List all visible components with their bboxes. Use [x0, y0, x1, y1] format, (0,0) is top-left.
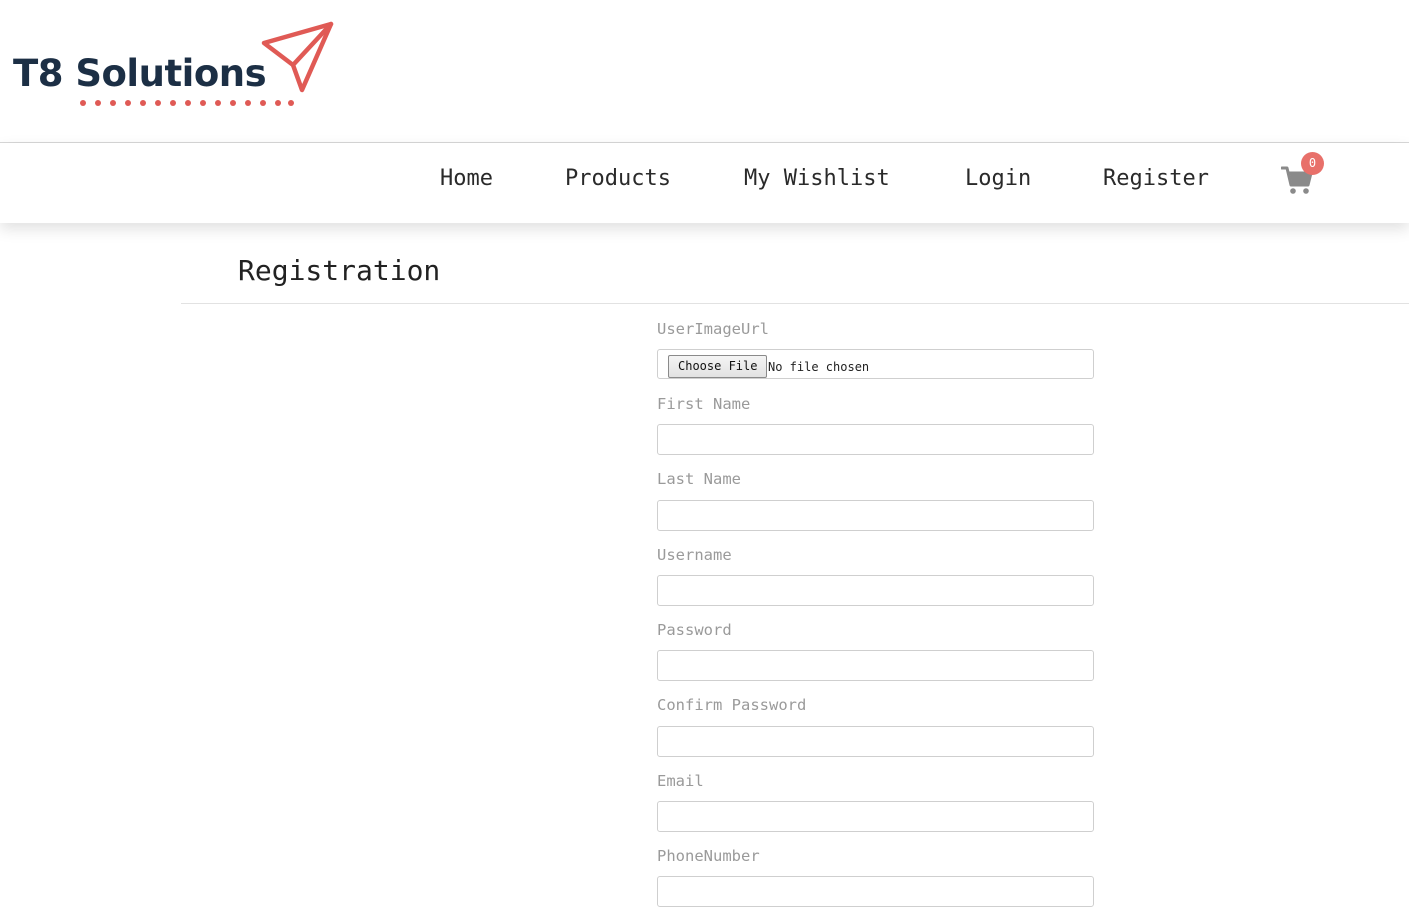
email-input[interactable] [657, 801, 1094, 832]
user-image-label: UserImageUrl [657, 320, 769, 338]
logo-dotted-underline [80, 100, 294, 106]
site-header: T8 Solutions [0, 0, 1409, 142]
password-label: Password [657, 621, 732, 639]
first-name-label: First Name [657, 395, 751, 413]
last-name-label: Last Name [657, 470, 741, 488]
password-input[interactable] [657, 650, 1094, 681]
page-title: Registration [238, 254, 441, 287]
username-input[interactable] [657, 575, 1094, 606]
main-nav: Home Products My Wishlist Login Register… [0, 143, 1409, 223]
last-name-input[interactable] [657, 500, 1094, 531]
brand-logo[interactable]: T8 Solutions [13, 20, 343, 115]
nav-products[interactable]: Products [565, 166, 671, 191]
cart-count-badge: 0 [1301, 152, 1324, 175]
nav-my-wishlist[interactable]: My Wishlist [744, 166, 890, 191]
confirm-password-input[interactable] [657, 726, 1094, 757]
cart-button[interactable]: 0 [1281, 152, 1329, 201]
phone-number-label: PhoneNumber [657, 847, 760, 865]
nav-login[interactable]: Login [965, 166, 1031, 191]
title-divider [181, 303, 1409, 304]
nav-register[interactable]: Register [1103, 166, 1209, 191]
email-label: Email [657, 772, 704, 790]
brand-name: T8 Solutions [13, 52, 267, 95]
paper-plane-icon [261, 21, 334, 93]
username-label: Username [657, 546, 732, 564]
file-status-text: No file chosen [768, 360, 870, 374]
nav-home[interactable]: Home [440, 166, 493, 191]
phone-number-input[interactable] [657, 876, 1094, 907]
choose-file-button[interactable]: Choose File [668, 355, 768, 378]
confirm-password-label: Confirm Password [657, 696, 807, 714]
user-image-file-input[interactable]: Choose File No file chosen [657, 349, 1094, 379]
first-name-input[interactable] [657, 424, 1094, 455]
